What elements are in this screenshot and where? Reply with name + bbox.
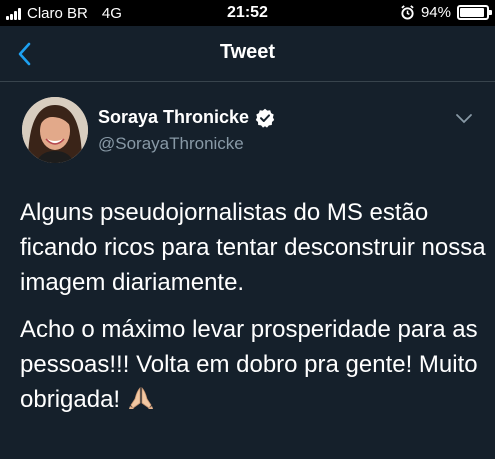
tweet-text: Alguns pseudojornalistas do MS estão fic…: [20, 195, 490, 429]
avatar[interactable]: [22, 97, 88, 163]
alarm-icon: [401, 5, 414, 20]
verified-badge-icon: [255, 108, 275, 128]
battery-icon: [457, 5, 492, 20]
tweet-paragraph-text: Acho o máximo levar prosperidade para as…: [20, 316, 478, 413]
author-name-text: Soraya Thronicke: [98, 107, 250, 127]
folded-hands-icon: [128, 387, 153, 409]
author-handle[interactable]: @SorayaThronicke: [98, 134, 244, 154]
tweet-screen: Claro BR 4G 21:52 94% Tweet Soraya Thron…: [0, 0, 495, 459]
battery-percent: 94%: [420, 4, 451, 21]
tweet-paragraph: Alguns pseudojornalistas do MS estão fic…: [20, 199, 486, 296]
status-bar: Claro BR 4G 21:52 94%: [0, 0, 495, 26]
tweet-detail: Soraya Thronicke @SorayaThronicke Alguns…: [0, 83, 495, 459]
author-name[interactable]: Soraya Thronicke: [98, 107, 275, 128]
chevron-down-icon[interactable]: [455, 113, 473, 125]
tweet-paragraph: Acho o máximo levar prosperidade para as…: [20, 312, 490, 417]
page-title: Tweet: [219, 41, 276, 63]
profile-photo-icon: [22, 97, 88, 163]
status-right: 94%: [400, 4, 492, 21]
navigation-bar: Tweet: [0, 26, 495, 82]
